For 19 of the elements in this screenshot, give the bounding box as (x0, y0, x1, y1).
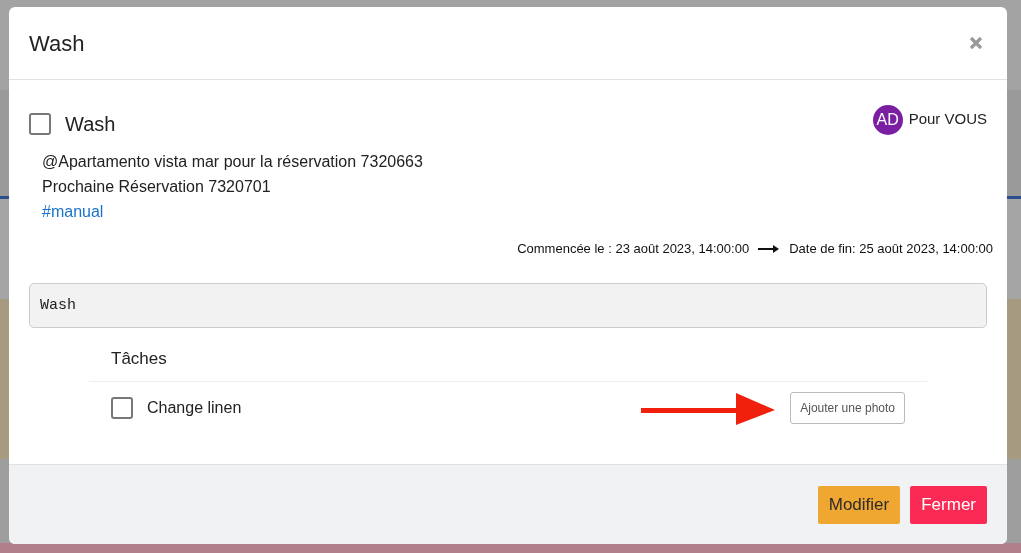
add-photo-button[interactable]: Ajouter une photo (790, 392, 905, 424)
subtask-checkbox[interactable] (111, 397, 133, 419)
edit-button[interactable]: Modifier (817, 485, 901, 524)
assignee-label: Pour VOUS (908, 109, 987, 130)
task-checkbox[interactable] (29, 113, 51, 135)
close-icon[interactable] (969, 36, 983, 50)
modal-title: Wash (29, 29, 85, 58)
description-line: Prochaine Réservation 7320701 (42, 177, 271, 197)
close-button[interactable]: Fermer (910, 485, 987, 524)
arrow-icon (758, 243, 781, 254)
name-field[interactable]: Wash (29, 282, 987, 328)
end-date: Date de fin: 25 août 2023, 14:00:00 (789, 240, 993, 258)
description-line: @Apartamento vista mar pour la réservation 7320663 (42, 152, 423, 172)
start-date: Commencée le : 23 août 2023, 14:00:00 (517, 240, 750, 258)
subtasks-heading: Tâches (111, 348, 167, 368)
task-title: Wash (65, 112, 116, 137)
tag-link[interactable]: #manual (42, 199, 104, 224)
assignee-avatar: AD (872, 104, 903, 135)
subtask-label: Change linen (147, 398, 242, 418)
